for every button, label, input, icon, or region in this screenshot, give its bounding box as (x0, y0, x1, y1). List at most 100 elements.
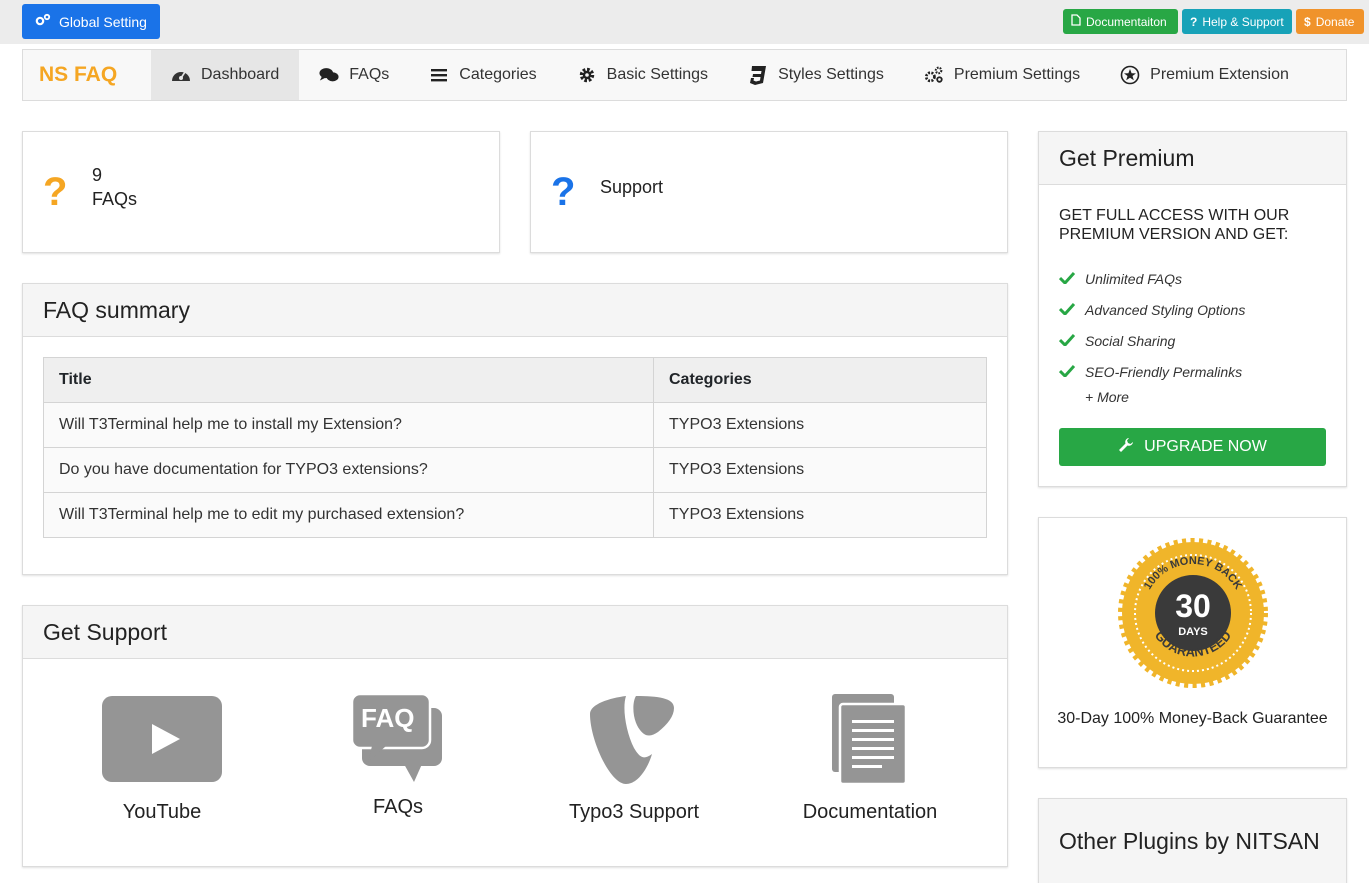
upgrade-now-button[interactable]: UPGRADE NOW (1059, 428, 1326, 466)
question-icon: ? (551, 170, 576, 214)
wrench-icon (1118, 437, 1134, 458)
help-support-label: Help & Support (1202, 14, 1284, 29)
premium-lead-text: GET FULL ACCESS WITH OUR PREMIUM VERSION… (1059, 207, 1290, 243)
get-support-panel: Get Support YouTube FAQ FAQs Typo3 Suppo… (22, 605, 1008, 867)
top-bar: Global Setting Documentaiton ? Help & Su… (0, 0, 1369, 44)
brand-logo[interactable]: NS FAQ (23, 63, 151, 87)
gear-icon (577, 65, 597, 85)
get-premium-panel: Get Premium GET FULL ACCESS WITH OUR PRE… (1038, 131, 1347, 487)
typo3-logo-icon (588, 694, 680, 789)
tab-premium-settings[interactable]: Premium Settings (904, 50, 1100, 100)
list-item: Unlimited FAQs (1058, 263, 1245, 294)
tab-premium-settings-label: Premium Settings (953, 66, 1081, 83)
documentation-label: Documentation (802, 801, 938, 823)
faq-title-cell: Will T3Terminal help me to edit my purch… (43, 492, 654, 538)
faq-count-value: 9 (92, 165, 103, 185)
other-plugins-title: Other Plugins by NITSAN (1039, 799, 1346, 883)
documentation-label: Documentaiton (1086, 14, 1167, 29)
faq-summary-table: Title Categories Will T3Terminal help me… (43, 357, 987, 538)
documents-icon (830, 694, 910, 789)
faq-count-label: FAQs (92, 189, 138, 209)
premium-feature-list: Unlimited FAQs Advanced Styling Options … (1058, 263, 1246, 387)
documentation-link[interactable]: Documentation (780, 694, 960, 824)
help-support-button[interactable]: ? Help & Support (1182, 9, 1292, 34)
list-item: SEO-Friendly Permalinks (1058, 356, 1245, 387)
typo3-support-label: Typo3 Support (568, 801, 700, 823)
faq-count-card[interactable]: ? 9 FAQs (22, 131, 500, 253)
seal-number: 30 (1175, 588, 1211, 624)
get-support-title: Get Support (23, 606, 1007, 659)
table-row: Do you have documentation for TYPO3 exte… (43, 447, 987, 493)
check-icon (1058, 271, 1076, 287)
faq-title-cell: Will T3Terminal help me to install my Ex… (43, 402, 654, 448)
seal-days: DAYS (1178, 626, 1208, 638)
feature-label: SEO-Friendly Permalinks (1085, 363, 1243, 380)
donate-label: Donate (1315, 14, 1355, 29)
guarantee-caption: 30-Day 100% Money-Back Guarantee (1057, 710, 1328, 727)
question-icon: ? (1190, 14, 1198, 29)
documentation-button[interactable]: Documentaiton (1063, 9, 1178, 34)
tab-premium-extension[interactable]: Premium Extension (1100, 50, 1309, 100)
gears-icon (924, 65, 944, 85)
check-icon (1058, 333, 1076, 349)
faq-summary-panel: FAQ summary Title Categories Will T3Term… (22, 283, 1008, 575)
star-badge-icon (1120, 65, 1140, 85)
faq-summary-title: FAQ summary (23, 284, 1007, 337)
table-row: Will T3Terminal help me to install my Ex… (43, 402, 987, 448)
dollar-icon: $ (1304, 14, 1311, 29)
tab-basic-settings-label: Basic Settings (606, 66, 709, 83)
upgrade-now-label: UPGRADE NOW (1144, 438, 1267, 455)
tab-styles-settings-label: Styles Settings (778, 66, 884, 83)
tab-dashboard-label: Dashboard (201, 66, 280, 83)
support-label: Support (600, 177, 664, 197)
faq-icon-text: FAQ (361, 703, 415, 733)
typo3-support-link[interactable]: Typo3 Support (544, 694, 724, 824)
faq-category-cell: TYPO3 Extensions (653, 402, 987, 448)
support-card[interactable]: ? Support (530, 131, 1008, 253)
feature-label: Unlimited FAQs (1085, 270, 1182, 287)
tab-faqs-label: FAQs (349, 66, 390, 83)
feature-label: Social Sharing (1085, 332, 1176, 349)
guarantee-panel: 100% MONEY BACK GUARANTEED 30 DAYS 30-Da… (1038, 517, 1347, 768)
donate-button[interactable]: $ Donate (1296, 9, 1364, 34)
check-icon (1058, 364, 1076, 380)
list-item: Advanced Styling Options (1058, 294, 1246, 325)
get-premium-title: Get Premium (1039, 132, 1346, 185)
tab-dashboard[interactable]: Dashboard (151, 50, 300, 100)
faq-category-cell: TYPO3 Extensions (653, 447, 987, 493)
tab-styles-settings[interactable]: Styles Settings (728, 50, 904, 100)
tab-categories[interactable]: Categories (409, 50, 556, 100)
faq-category-cell: TYPO3 Extensions (653, 492, 987, 538)
other-plugins-panel: Other Plugins by NITSAN (1038, 798, 1347, 883)
table-header-row: Title Categories (43, 357, 987, 403)
column-header-title: Title (43, 357, 654, 403)
file-icon (1071, 14, 1081, 29)
dashboard-icon (171, 65, 191, 85)
list-icon (429, 65, 449, 85)
list-item: Social Sharing (1058, 325, 1245, 356)
feature-label: Advanced Styling Options (1085, 301, 1246, 318)
faqs-label: FAQs (372, 796, 423, 818)
tab-basic-settings[interactable]: Basic Settings (557, 50, 728, 100)
main-nav: NS FAQ Dashboard FAQs Categories Basic S… (22, 49, 1347, 101)
global-setting-button[interactable]: Global Setting (22, 4, 160, 39)
faqs-link[interactable]: FAQ FAQs (308, 694, 488, 819)
css3-icon (748, 65, 768, 85)
youtube-label: YouTube (122, 801, 202, 823)
youtube-link[interactable]: YouTube (72, 694, 252, 824)
youtube-icon (102, 694, 222, 789)
column-header-categories: Categories (653, 357, 987, 403)
tab-premium-extension-label: Premium Extension (1150, 66, 1289, 83)
global-setting-label: Global Setting (59, 13, 147, 30)
faq-bubble-icon: FAQ (352, 694, 444, 784)
gears-icon (35, 13, 51, 30)
tab-categories-label: Categories (459, 66, 537, 83)
check-icon (1058, 302, 1076, 318)
table-row: Will T3Terminal help me to edit my purch… (43, 492, 987, 538)
comments-icon (319, 65, 339, 85)
money-back-seal: 100% MONEY BACK GUARANTEED 30 DAYS (1118, 538, 1268, 688)
faq-title-cell: Do you have documentation for TYPO3 exte… (43, 447, 654, 493)
tab-faqs[interactable]: FAQs (299, 50, 409, 100)
question-icon: ? (43, 170, 68, 214)
premium-more-text: + More (1085, 389, 1129, 405)
